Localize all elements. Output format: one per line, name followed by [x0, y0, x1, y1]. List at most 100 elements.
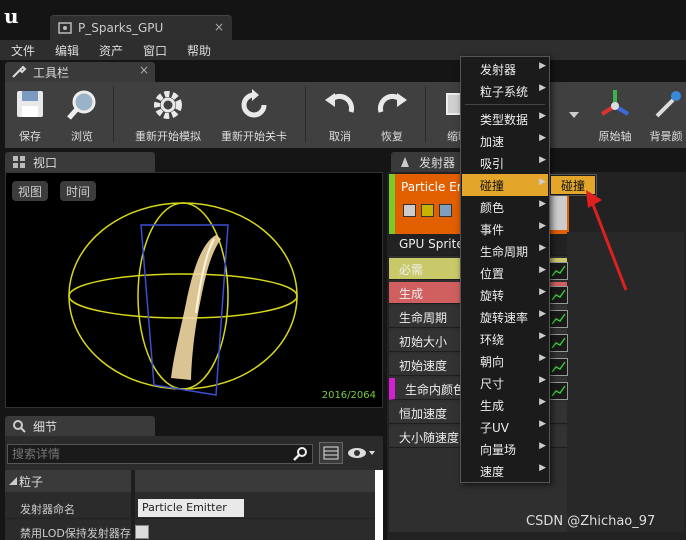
gear-icon [154, 91, 182, 119]
close-tab-icon[interactable]: × [214, 20, 224, 34]
ctx-item-spawn[interactable]: 生成 ▶ [462, 394, 548, 416]
module-label: 生成 [399, 287, 424, 301]
ctx-item-location[interactable]: 位置 ▶ [462, 262, 548, 284]
viewport-tab-label: 视口 [33, 156, 58, 170]
module-label: 初始速度 [399, 359, 448, 373]
chevron-right-icon: ▶ [539, 309, 546, 319]
ctx-item-orientation[interactable]: 朝向 ▶ [462, 350, 548, 372]
ctx-item-attraction[interactable]: 吸引 ▶ [462, 152, 548, 174]
dropdown-arrow-icon[interactable] [569, 112, 579, 118]
menu-edit[interactable]: 编辑 [55, 42, 79, 59]
ctx-item-acceleration[interactable]: 加速 ▶ [462, 130, 548, 152]
emitter-render-mode-icon[interactable] [421, 204, 434, 217]
ctx-item-color[interactable]: 颜色 ▶ [462, 196, 548, 218]
unreal-logo-icon: u [4, 4, 19, 28]
chevron-right-icon: ▶ [539, 441, 546, 451]
category-particle-header[interactable]: 粒子 [5, 470, 375, 492]
viewport[interactable]: 视图 时间 2016/2064 [5, 172, 383, 408]
emitter-thumbnail [549, 196, 567, 230]
curve-icon[interactable] [549, 310, 568, 328]
ctx-item-vector-field[interactable]: 向量场 ▶ [462, 438, 548, 460]
menu-divider [465, 104, 545, 105]
undo-label: 取消 [329, 130, 351, 143]
emitter-enable-checkbox[interactable] [403, 204, 416, 217]
ctx-item-event[interactable]: 事件 ▶ [462, 218, 548, 240]
details-tab[interactable]: 细节 [5, 416, 155, 436]
chevron-right-icon: ▶ [539, 419, 546, 429]
toolbar-tab[interactable]: 工具栏 × [5, 62, 155, 82]
context-menu: 发射器 ▶ 粒子系统 ▶ 类型数据 ▶ 加速 ▶ 吸引 ▶ 碰撞 ▶ 颜色 ▶ 事件 ▶ 生命周… [460, 56, 550, 483]
ctx-item-lifetime[interactable]: 生命周期 ▶ [462, 240, 548, 262]
viewport-tab[interactable]: 视口 [5, 152, 155, 172]
watermark: CSDN @Zhichao_97 [526, 514, 656, 529]
emitter-name-label: 发射器命名 [20, 503, 75, 516]
emitter-solo-icon[interactable] [439, 204, 452, 217]
menu-window[interactable]: 窗口 [143, 42, 167, 59]
chevron-right-icon: ▶ [539, 83, 546, 93]
lod-disable-checkbox[interactable] [135, 525, 149, 539]
ctx-item-orbit[interactable]: 环绕 ▶ [462, 328, 548, 350]
background-color-button[interactable]: 背景颜 [641, 88, 686, 143]
redo-button[interactable]: 恢复 [367, 88, 417, 143]
chevron-right-icon: ▶ [539, 375, 546, 385]
chevron-right-icon: ▶ [539, 199, 546, 209]
close-panel-icon[interactable]: × [139, 63, 149, 77]
property-row: 发射器命名 Particle Emitter [5, 497, 375, 519]
curve-icon[interactable] [549, 358, 568, 376]
ctx-item-subuv[interactable]: 子UV ▶ [462, 416, 548, 438]
emitter-name-field[interactable]: Particle Emitter [138, 499, 244, 517]
search-details-input[interactable] [7, 444, 313, 464]
ctx-item-type-data[interactable]: 类型数据 ▶ [462, 108, 548, 130]
property-matrix-button[interactable] [319, 442, 343, 464]
ctx-item-particle-system[interactable]: 粒子系统 ▶ [462, 80, 548, 102]
details-panel: 粒子 发射器命名 Particle Emitter 禁用LOD保持发射器存 [5, 436, 383, 540]
menu-file[interactable]: 文件 [11, 42, 35, 59]
eye-visibility-icon[interactable] [348, 446, 376, 460]
save-icon [17, 91, 43, 117]
module-label: 恒加速度 [399, 407, 448, 421]
curve-icon[interactable] [549, 334, 568, 352]
chevron-right-icon: ▶ [539, 133, 546, 143]
color-picker-icon [655, 91, 681, 118]
title-bar: u P_Sparks_GPU × [0, 0, 686, 40]
search-icon[interactable] [293, 446, 309, 462]
chevron-right-icon: ▶ [539, 287, 546, 297]
save-button[interactable]: 保存 [5, 88, 55, 143]
chevron-right-icon: ▶ [539, 177, 546, 187]
details-scrollbar[interactable] [375, 470, 383, 540]
origin-axis-label: 原始轴 [598, 130, 632, 143]
browse-button[interactable]: 浏览 [57, 88, 107, 143]
particle-system-icon [58, 22, 72, 34]
refresh-icon [241, 89, 267, 118]
module-label: 大小随速度 [399, 431, 460, 445]
ctx-item-velocity[interactable]: 速度 ▶ [462, 460, 548, 482]
magnifier-icon [13, 420, 26, 433]
menu-help[interactable]: 帮助 [187, 42, 211, 59]
menu-assets[interactable]: 资产 [99, 42, 123, 59]
restart-sim-button[interactable]: 重新开始模拟 [125, 88, 211, 143]
curve-icon[interactable] [549, 286, 568, 304]
viewport-icon [13, 156, 25, 168]
grid-list-icon [323, 446, 339, 460]
undo-button[interactable]: 取消 [315, 88, 365, 143]
ctx-item-size[interactable]: 尺寸 ▶ [462, 372, 548, 394]
emitters-tab-label: 发射器 [419, 156, 456, 170]
curve-icon[interactable] [549, 262, 568, 280]
toolbar-divider [113, 86, 114, 142]
particle-preview [68, 202, 298, 396]
chevron-right-icon: ▶ [539, 463, 546, 473]
ctx-item-collision[interactable]: 碰撞 ▶ [462, 174, 548, 196]
document-tab[interactable]: P_Sparks_GPU × [50, 15, 232, 40]
wrench-icon [12, 65, 27, 78]
undo-icon [325, 93, 355, 113]
module-label: 初始大小 [399, 335, 448, 349]
curve-icon[interactable] [549, 382, 568, 400]
ctx-item-emitter[interactable]: 发射器 ▶ [462, 58, 548, 80]
document-tab-label: P_Sparks_GPU [78, 21, 164, 35]
save-label: 保存 [19, 130, 41, 143]
restart-level-button[interactable]: 重新开始关卡 [211, 88, 297, 143]
origin-axis-button[interactable]: 原始轴 [590, 88, 640, 143]
ctx-item-rotation-rate[interactable]: 旋转速率 ▶ [462, 306, 548, 328]
chevron-right-icon: ▶ [539, 243, 546, 253]
ctx-item-rotation[interactable]: 旋转 ▶ [462, 284, 548, 306]
